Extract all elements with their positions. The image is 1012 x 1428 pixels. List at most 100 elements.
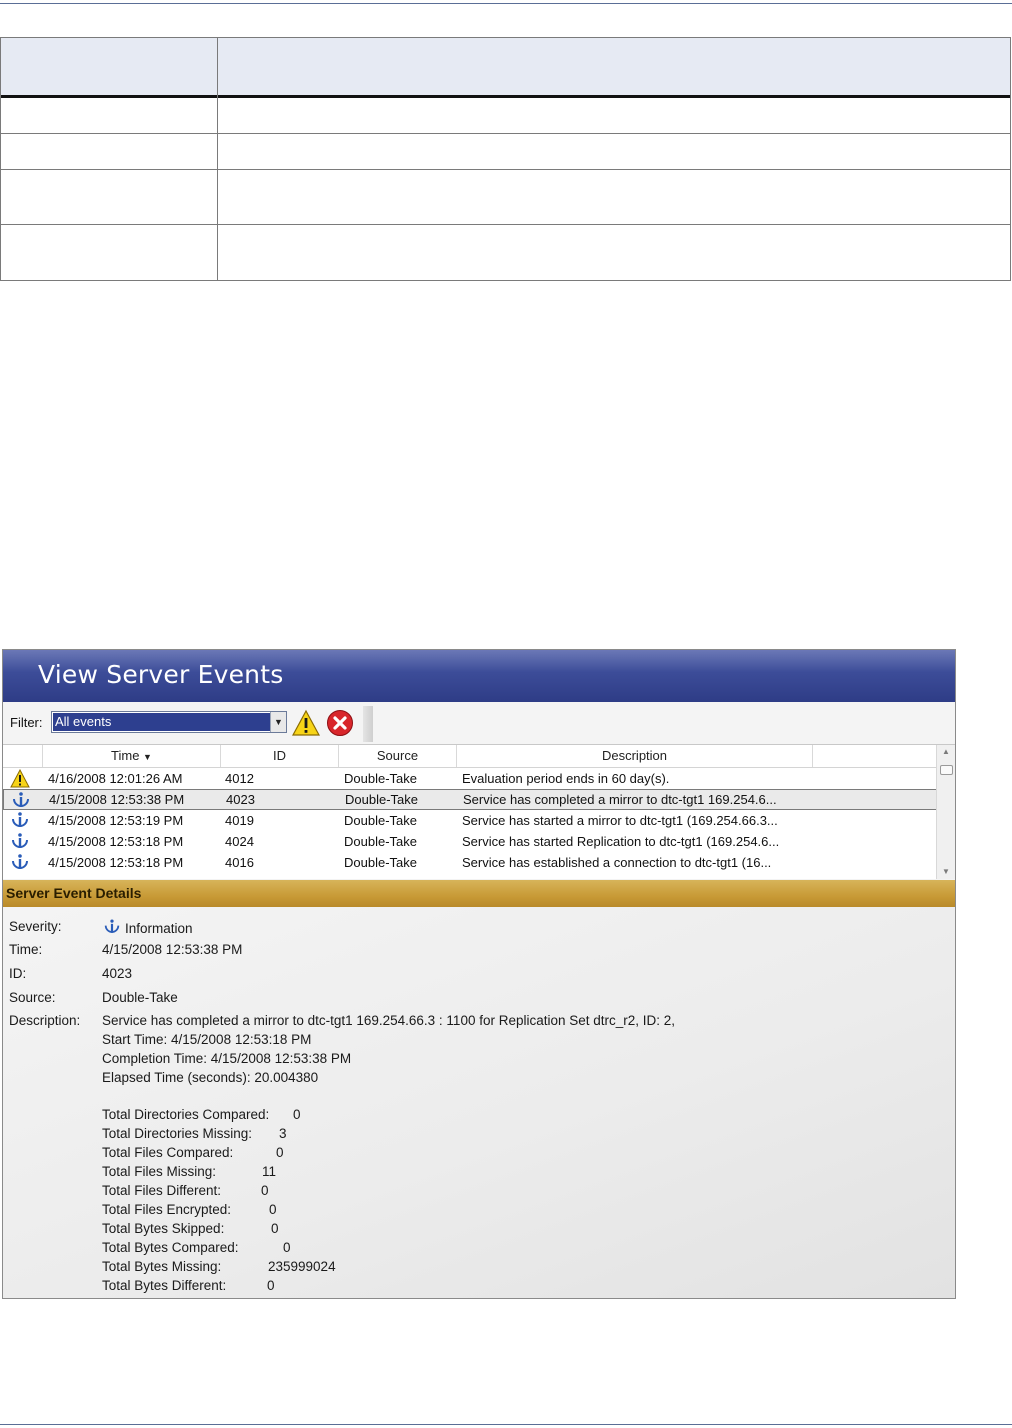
row-description: Service has started Replication to dtc-t… xyxy=(462,834,780,849)
stat-value: 0 xyxy=(261,1183,269,1198)
row-id: 4019 xyxy=(225,813,254,828)
stat-value: 0 xyxy=(271,1221,279,1236)
info-icon xyxy=(12,854,28,869)
row-source: Double-Take xyxy=(344,771,417,786)
warning-triangle-icon[interactable] xyxy=(292,709,320,737)
document-table-header xyxy=(1,38,1010,96)
column-header-time-label: Time xyxy=(111,748,140,763)
document-table-row-divider xyxy=(1,133,1010,134)
scrollbar-thumb[interactable] xyxy=(940,765,953,775)
row-id: 4016 xyxy=(225,855,254,870)
document-table-row-divider xyxy=(1,169,1010,170)
table-row[interactable]: 4/15/2008 12:53:19 PM 4019 Double-Take S… xyxy=(3,810,937,831)
stat-label: Total Bytes Skipped: xyxy=(102,1221,225,1236)
column-header-description[interactable]: Description xyxy=(457,745,813,767)
filter-dropdown-value: All events xyxy=(53,713,271,731)
page-top-rule xyxy=(0,3,1012,4)
document-table xyxy=(0,37,1011,281)
row-id: 4023 xyxy=(226,792,255,807)
filter-dropdown[interactable]: All events ▼ xyxy=(51,711,287,733)
stat-value: 0 xyxy=(267,1278,275,1293)
stat-label: Total Files Missing: xyxy=(102,1164,217,1179)
row-id: 4024 xyxy=(225,834,254,849)
document-table-header-rule xyxy=(1,95,1010,98)
scroll-up-icon[interactable]: ▲ xyxy=(937,745,955,759)
stat-value: 3 xyxy=(279,1126,287,1141)
stat-label: Total Directories Compared: xyxy=(102,1107,270,1122)
stat-label: Total Directories Missing: xyxy=(102,1126,253,1141)
events-grid: Time ▼ ID Source Description 4/16/2008 1… xyxy=(3,745,955,879)
stat-label: Total Files Encrypted: xyxy=(102,1202,232,1217)
column-header-source[interactable]: Source xyxy=(339,745,457,767)
scroll-down-icon[interactable]: ▼ xyxy=(937,865,955,879)
view-server-events-window: View Server Events Filter: All events ▼ … xyxy=(2,649,956,1299)
stat-value: 0 xyxy=(269,1202,277,1217)
row-source: Double-Take xyxy=(344,855,417,870)
events-grid-header: Time ▼ ID Source Description xyxy=(3,745,937,768)
row-description: Service has established a connection to … xyxy=(462,855,772,870)
column-header-icon[interactable] xyxy=(3,745,43,767)
filter-label: Filter: xyxy=(10,715,43,730)
id-value: 4023 xyxy=(102,966,133,981)
stat-label: Total Bytes Different: xyxy=(102,1278,227,1293)
stat-value: 235999024 xyxy=(268,1259,336,1274)
stat-label: Total Files Compared: xyxy=(102,1145,234,1160)
info-icon xyxy=(12,812,28,827)
stat-label: Total Bytes Compared: xyxy=(102,1240,239,1255)
stat-value: 0 xyxy=(276,1145,284,1160)
description-line: Start Time: 4/15/2008 12:53:18 PM xyxy=(102,1032,312,1047)
info-icon xyxy=(12,833,28,848)
description-line: Elapsed Time (seconds): 20.004380 xyxy=(102,1070,319,1085)
row-time: 4/16/2008 12:01:26 AM xyxy=(48,771,183,786)
table-row[interactable]: 4/15/2008 12:53:18 PM 4024 Double-Take S… xyxy=(3,831,937,852)
source-label: Source: xyxy=(9,990,56,1005)
stat-value: 0 xyxy=(293,1107,301,1122)
column-header-time[interactable]: Time ▼ xyxy=(43,745,221,767)
row-source: Double-Take xyxy=(344,834,417,849)
info-icon xyxy=(104,919,120,933)
severity-value: Information xyxy=(125,921,193,936)
info-icon xyxy=(13,792,29,807)
row-description: Evaluation period ends in 60 day(s). xyxy=(462,771,670,786)
sort-descending-icon: ▼ xyxy=(143,752,152,762)
document-table-column-divider xyxy=(217,38,218,280)
warning-triangle-icon xyxy=(10,769,30,788)
table-row-selected[interactable]: 4/15/2008 12:53:38 PM 4023 Double-Take S… xyxy=(3,789,937,810)
table-row[interactable]: 4/15/2008 12:53:18 PM 4016 Double-Take S… xyxy=(3,852,937,873)
row-description: Service has completed a mirror to dtc-tg… xyxy=(463,792,777,807)
column-header-id[interactable]: ID xyxy=(221,745,339,767)
filter-toolbar: Filter: All events ▼ xyxy=(3,702,955,745)
document-table-row-divider xyxy=(1,224,1010,225)
severity-label: Severity: xyxy=(9,919,62,934)
row-source: Double-Take xyxy=(345,792,418,807)
row-time: 4/15/2008 12:53:18 PM xyxy=(48,855,184,870)
description-line: Service has completed a mirror to dtc-tg… xyxy=(102,1013,676,1028)
server-event-details-header: Server Event Details xyxy=(3,880,955,907)
red-x-circle-icon[interactable] xyxy=(326,709,354,737)
events-grid-scrollbar[interactable]: ▲ ▼ xyxy=(936,745,955,879)
title-bar: View Server Events xyxy=(3,650,955,702)
time-label: Time: xyxy=(9,942,43,957)
stat-label: Total Files Different: xyxy=(102,1183,222,1198)
toolbar-grip[interactable] xyxy=(363,706,373,742)
stat-label: Total Bytes Missing: xyxy=(102,1259,222,1274)
source-value: Double-Take xyxy=(102,990,178,1005)
row-time: 4/15/2008 12:53:38 PM xyxy=(49,792,185,807)
chevron-down-icon[interactable]: ▼ xyxy=(270,712,286,732)
row-source: Double-Take xyxy=(344,813,417,828)
stat-value: 0 xyxy=(283,1240,291,1255)
stat-value: 11 xyxy=(262,1164,277,1179)
row-time: 4/15/2008 12:53:19 PM xyxy=(48,813,184,828)
server-event-details-panel: Severity: Information Time: 4/15/2008 12… xyxy=(3,907,955,1298)
description-line: Completion Time: 4/15/2008 12:53:38 PM xyxy=(102,1051,352,1066)
window-title: View Server Events xyxy=(38,660,284,689)
id-label: ID: xyxy=(9,966,27,981)
time-value: 4/15/2008 12:53:38 PM xyxy=(102,942,243,957)
page-bottom-rule xyxy=(0,1424,1012,1425)
row-time: 4/15/2008 12:53:18 PM xyxy=(48,834,184,849)
table-row[interactable]: 4/16/2008 12:01:26 AM 4012 Double-Take E… xyxy=(3,768,937,789)
row-id: 4012 xyxy=(225,771,254,786)
server-event-details-title: Server Event Details xyxy=(6,885,142,901)
description-label: Description: xyxy=(9,1013,81,1028)
row-description: Service has started a mirror to dtc-tgt1… xyxy=(462,813,778,828)
